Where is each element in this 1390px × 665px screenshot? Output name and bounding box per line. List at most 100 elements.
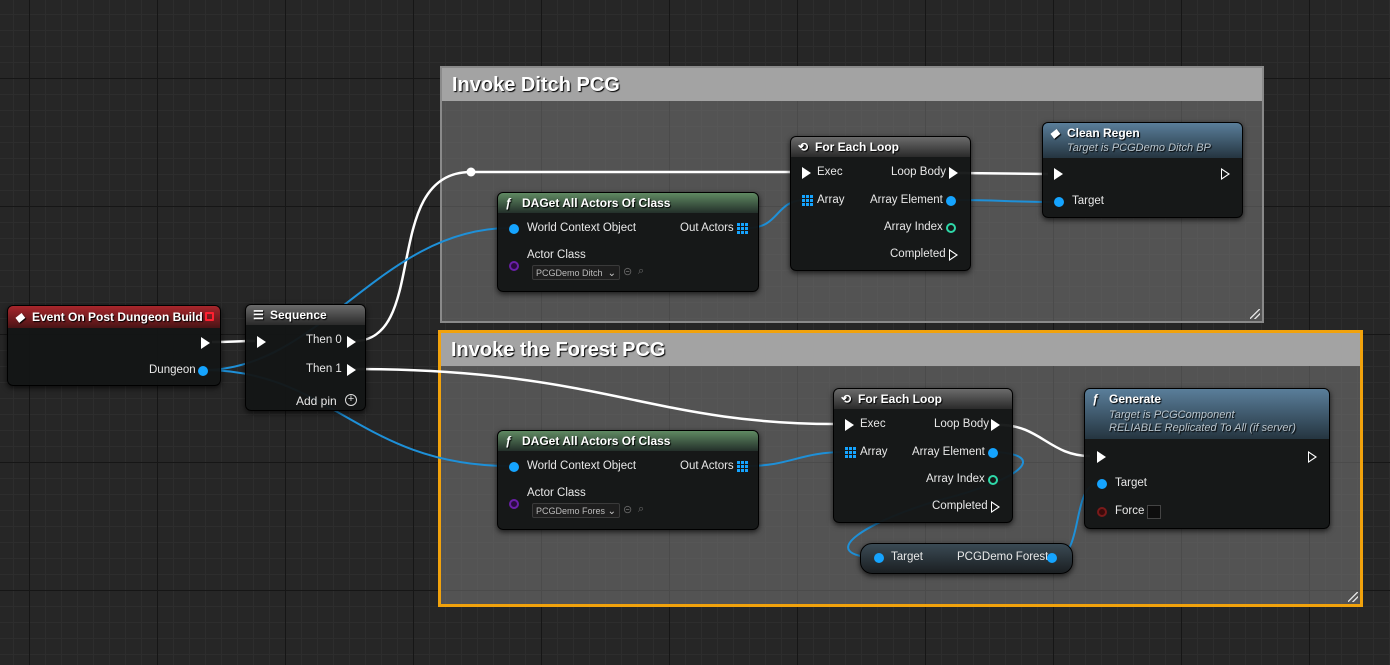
function-icon: ƒ bbox=[1092, 392, 1099, 406]
node-title: Generate bbox=[1109, 392, 1162, 406]
array-index-pin[interactable] bbox=[946, 223, 956, 233]
plus-circle-icon[interactable]: + bbox=[345, 394, 357, 406]
node-title: For Each Loop bbox=[858, 392, 942, 406]
chevron-down-icon: ⌄ bbox=[607, 268, 616, 279]
exec-in-pin[interactable] bbox=[1054, 168, 1063, 180]
target-pin[interactable] bbox=[1054, 197, 1064, 207]
reroute-knot bbox=[466, 167, 476, 177]
pin-label: Array Index bbox=[884, 221, 943, 233]
array-element-pin[interactable] bbox=[946, 196, 956, 206]
pin-label: Completed bbox=[932, 500, 988, 512]
use-selected-icon[interactable]: ⊝ bbox=[623, 503, 632, 516]
pin-label: Actor Class bbox=[527, 487, 586, 499]
node-subtitle: RELIABLE Replicated To All (if server) bbox=[1109, 422, 1296, 434]
pin-label: Out Actors bbox=[680, 460, 734, 472]
exec-wire bbox=[957, 171, 1049, 176]
loop-body-pin[interactable] bbox=[949, 167, 958, 179]
stop-icon bbox=[205, 312, 214, 321]
force-pin[interactable] bbox=[1097, 507, 1107, 517]
chevron-down-icon: ⌄ bbox=[607, 506, 616, 517]
exec-wire bbox=[353, 367, 836, 426]
exec-in-pin[interactable] bbox=[1097, 451, 1106, 463]
pin-label: Array bbox=[817, 194, 845, 206]
generate-node[interactable]: ƒ Generate Target is PCGComponent RELIAB… bbox=[1084, 388, 1330, 529]
actor-class-pin[interactable] bbox=[509, 499, 519, 509]
browse-icon[interactable]: ⌕ bbox=[638, 265, 644, 278]
out-actors-array-pin[interactable] bbox=[737, 223, 748, 234]
pin-label: Array Element bbox=[912, 446, 985, 458]
node-title: Sequence bbox=[270, 308, 327, 322]
pin-label: Actor Class bbox=[527, 249, 586, 261]
pin-label: World Context Object bbox=[527, 222, 637, 234]
exec-out-pin[interactable] bbox=[1221, 168, 1230, 180]
world-context-pin[interactable] bbox=[509, 462, 519, 472]
target-pin[interactable] bbox=[874, 553, 884, 563]
event-diamond-icon: ◆ bbox=[15, 310, 25, 324]
for-each-loop-node-forest[interactable]: ⟲ For Each Loop Exec Loop Body Array Arr… bbox=[833, 388, 1013, 523]
node-subtitle: Target is PCGDemo Ditch BP bbox=[1067, 142, 1211, 154]
completed-pin[interactable] bbox=[949, 249, 958, 261]
pin-label: Array Element bbox=[870, 194, 943, 206]
pcg-demo-forest-output-pin[interactable] bbox=[1047, 553, 1057, 563]
get-pcg-demo-forest-node[interactable]: Target PCGDemo Forest bbox=[860, 543, 1073, 574]
function-icon: ƒ bbox=[505, 196, 512, 210]
completed-pin[interactable] bbox=[991, 501, 1000, 513]
actor-class-pin[interactable] bbox=[509, 261, 519, 271]
sequence-icon: ☰ bbox=[253, 308, 264, 322]
object-wire bbox=[747, 451, 846, 467]
out-actors-array-pin[interactable] bbox=[737, 461, 748, 472]
use-selected-icon[interactable]: ⊝ bbox=[623, 265, 632, 278]
array-in-pin[interactable] bbox=[802, 195, 813, 206]
add-pin-button[interactable]: Add pin bbox=[296, 394, 337, 408]
exec-out-pin[interactable] bbox=[1308, 451, 1317, 463]
pin-label: Target bbox=[1115, 477, 1147, 489]
force-checkbox[interactable] bbox=[1147, 505, 1161, 519]
exec-in-pin[interactable] bbox=[257, 336, 266, 348]
pin-label: Completed bbox=[890, 248, 946, 260]
array-in-pin[interactable] bbox=[845, 447, 856, 458]
event-node-post-dungeon-build[interactable]: ◆ Event On Post Dungeon Build Dungeon bbox=[7, 305, 221, 386]
pin-label: Loop Body bbox=[891, 166, 946, 178]
dungeon-output-pin[interactable] bbox=[198, 366, 208, 376]
browse-icon[interactable]: ⌕ bbox=[638, 503, 644, 516]
pin-label: Array Index bbox=[926, 473, 985, 485]
sequence-node[interactable]: ☰ Sequence Then 0 Then 1 Add pin + bbox=[245, 304, 366, 411]
pin-label: Target bbox=[1072, 195, 1104, 207]
pin-label: Exec bbox=[860, 418, 886, 430]
loop-body-pin[interactable] bbox=[991, 419, 1000, 431]
pin-label: Force bbox=[1115, 505, 1145, 517]
pin-label: Target bbox=[891, 551, 923, 563]
loop-icon: ⟲ bbox=[841, 392, 852, 406]
pin-label: Exec bbox=[817, 166, 843, 178]
actor-class-dropdown[interactable]: PCGDemo Fores ⌄ bbox=[532, 503, 620, 518]
node-subtitle: Target is PCGComponent bbox=[1109, 409, 1235, 421]
event-diamond-icon: ◆ bbox=[1050, 126, 1060, 140]
pin-label: Loop Body bbox=[934, 418, 989, 430]
function-icon: ƒ bbox=[505, 434, 512, 448]
array-element-pin[interactable] bbox=[988, 448, 998, 458]
exec-out-pin[interactable] bbox=[201, 337, 210, 349]
daget-all-actors-node-forest[interactable]: ƒ DAGet All Actors Of Class World Contex… bbox=[497, 430, 759, 530]
daget-all-actors-node-ditch[interactable]: ƒ DAGet All Actors Of Class World Contex… bbox=[497, 192, 759, 292]
clean-regen-node[interactable]: ◆ Clean Regen Target is PCGDemo Ditch BP… bbox=[1042, 122, 1243, 218]
pin-label: Dungeon bbox=[149, 364, 196, 376]
for-each-loop-node-ditch[interactable]: ⟲ For Each Loop Exec Loop Body Array Arr… bbox=[790, 136, 971, 271]
node-title: DAGet All Actors Of Class bbox=[522, 196, 671, 210]
loop-icon: ⟲ bbox=[798, 140, 809, 154]
node-title: For Each Loop bbox=[815, 140, 899, 154]
then-0-pin[interactable] bbox=[347, 336, 356, 348]
pin-label: Out Actors bbox=[680, 222, 734, 234]
actor-class-dropdown[interactable]: PCGDemo Ditch ⌄ bbox=[532, 265, 620, 280]
exec-in-pin[interactable] bbox=[845, 419, 854, 431]
target-pin[interactable] bbox=[1097, 479, 1107, 489]
node-title: DAGet All Actors Of Class bbox=[522, 434, 671, 448]
pin-label: World Context Object bbox=[527, 460, 637, 472]
array-index-pin[interactable] bbox=[988, 475, 998, 485]
exec-in-pin[interactable] bbox=[802, 167, 811, 179]
world-context-pin[interactable] bbox=[509, 224, 519, 234]
node-title: Clean Regen bbox=[1067, 126, 1140, 140]
pin-label: Then 1 bbox=[306, 363, 342, 375]
node-title: Event On Post Dungeon Build bbox=[32, 310, 203, 324]
then-1-pin[interactable] bbox=[347, 364, 356, 376]
pin-label: PCGDemo Forest bbox=[957, 551, 1049, 563]
